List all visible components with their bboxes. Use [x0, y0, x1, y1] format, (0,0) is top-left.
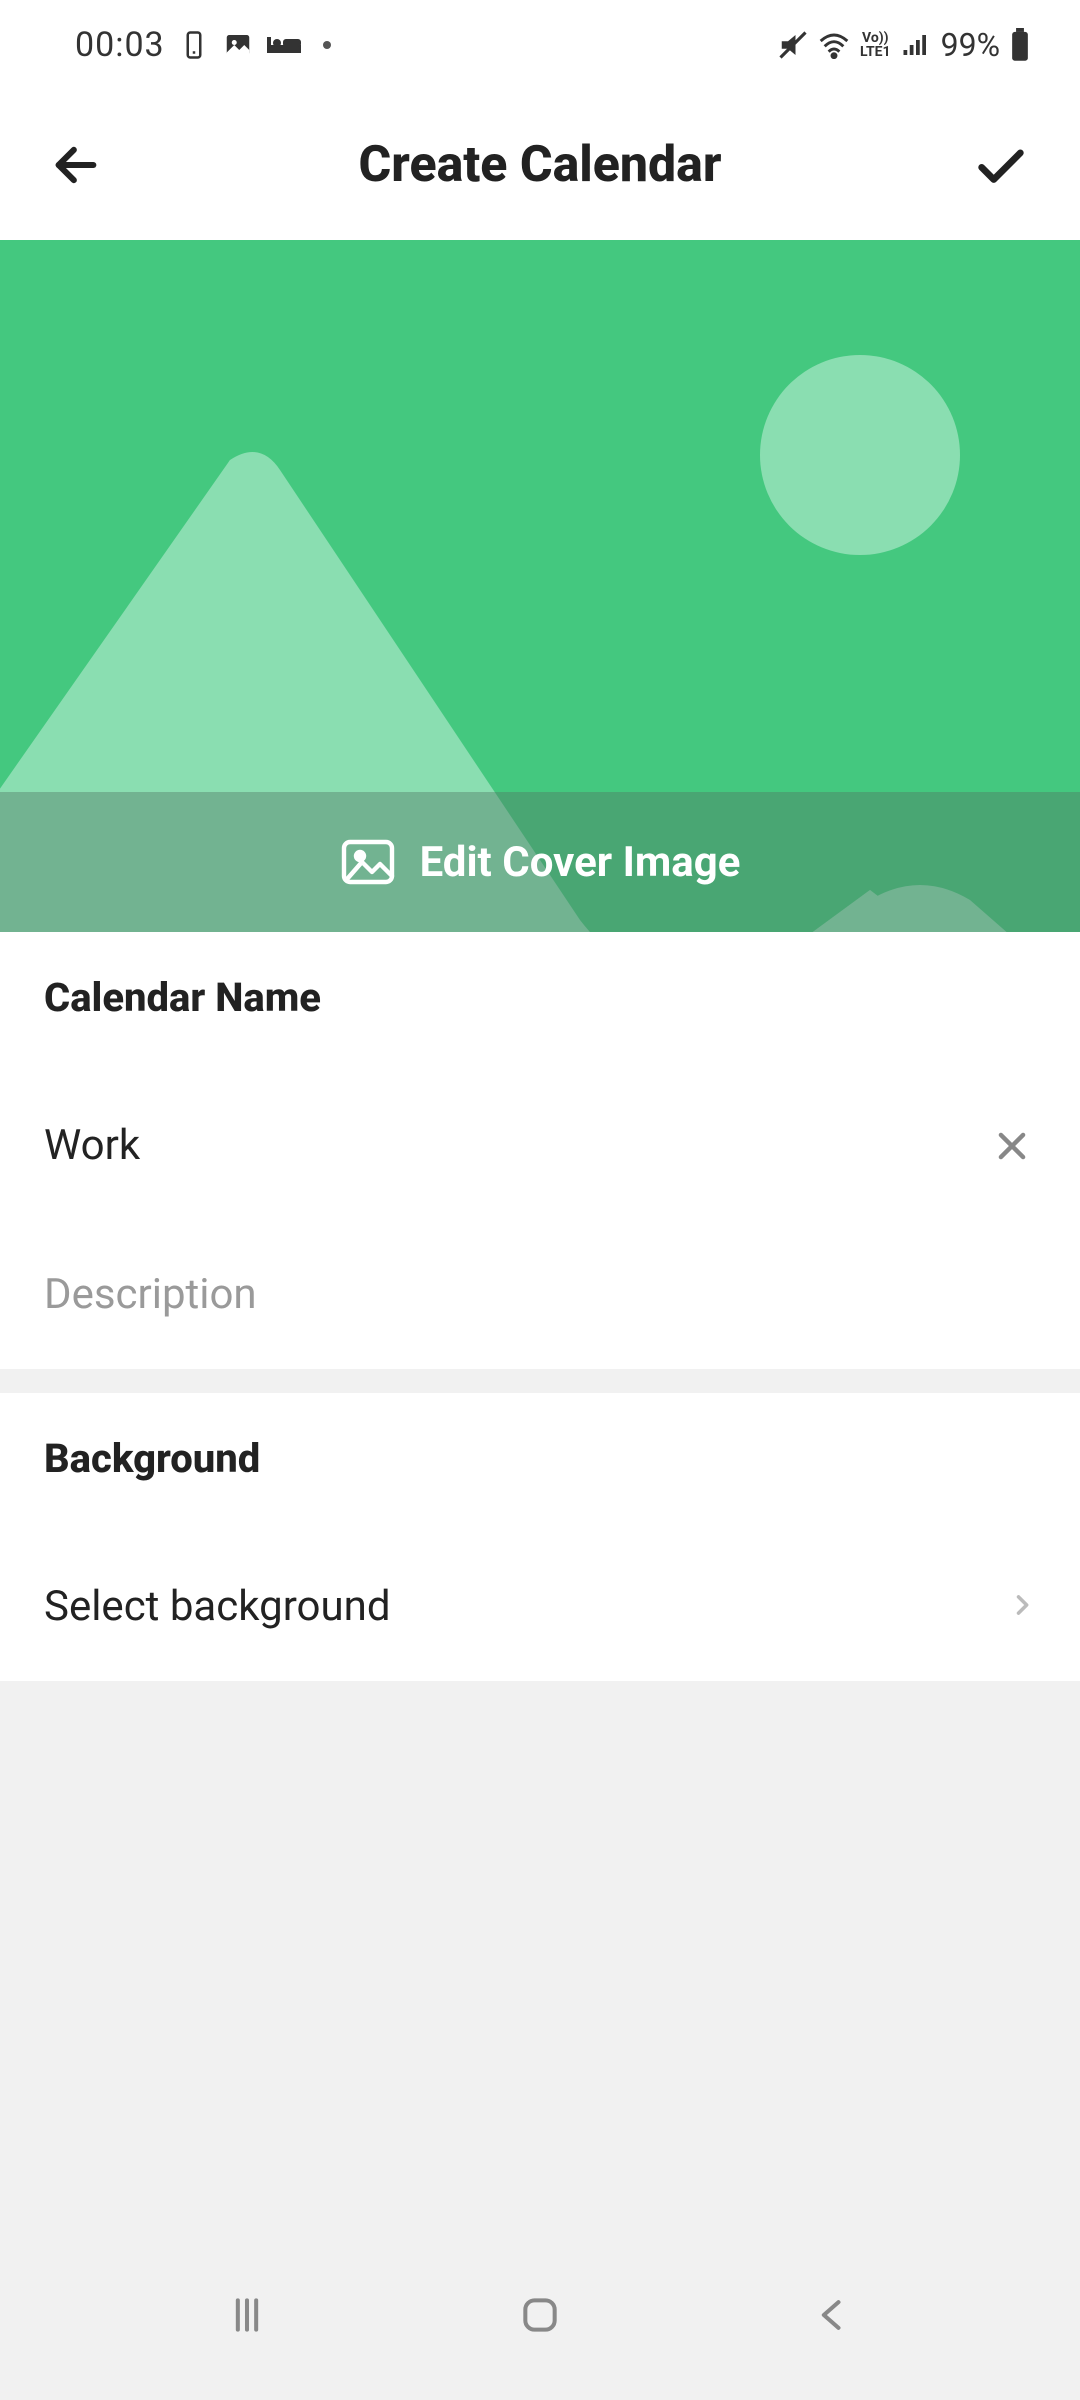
wifi-icon — [818, 31, 850, 59]
arrow-left-icon — [50, 139, 102, 191]
chevron-right-icon — [1008, 1591, 1036, 1623]
image-icon — [340, 838, 396, 886]
mute-icon — [778, 30, 808, 60]
system-nav-bar — [0, 2260, 1080, 2400]
confirm-button[interactable] — [970, 136, 1030, 194]
recents-icon — [225, 2293, 269, 2337]
recents-button[interactable] — [207, 2275, 287, 2355]
background-section: Background Select background — [0, 1393, 1080, 1681]
phone-icon — [179, 30, 209, 60]
battery-percent: 99% — [941, 26, 1000, 64]
back-button[interactable] — [50, 139, 110, 191]
calendar-name-input[interactable] — [44, 1121, 988, 1170]
status-time: 00:03 — [75, 25, 165, 65]
clear-name-button[interactable] — [988, 1122, 1036, 1170]
edit-cover-button[interactable]: Edit Cover Image — [0, 792, 1080, 932]
close-icon — [993, 1127, 1031, 1165]
select-background-row[interactable]: Select background — [44, 1582, 1036, 1631]
status-bar: 00:03 Vo)) LTE1 99% — [0, 0, 1080, 90]
status-left: 00:03 — [75, 25, 331, 65]
image-icon — [223, 30, 253, 60]
app-bar: Create Calendar — [0, 90, 1080, 240]
name-label: Calendar Name — [44, 974, 1036, 1021]
page-title: Create Calendar — [359, 136, 722, 194]
status-right: Vo)) LTE1 99% — [778, 26, 1030, 64]
nav-back-button[interactable] — [793, 2275, 873, 2355]
volte-icon: Vo)) LTE1 — [860, 31, 891, 59]
cover-placeholder-sun — [760, 355, 960, 555]
more-dot-icon — [323, 41, 331, 49]
edit-cover-label: Edit Cover Image — [420, 838, 741, 887]
name-section: Calendar Name — [0, 932, 1080, 1369]
bed-icon — [267, 33, 301, 57]
home-icon — [518, 2293, 562, 2337]
chevron-left-icon — [811, 2293, 855, 2337]
home-button[interactable] — [500, 2275, 580, 2355]
battery-icon — [1010, 28, 1030, 62]
cover-image: Edit Cover Image — [0, 240, 1080, 932]
description-input[interactable] — [44, 1270, 1036, 1319]
check-icon — [972, 136, 1030, 194]
select-background-label: Select background — [44, 1582, 391, 1631]
signal-icon — [901, 32, 931, 58]
background-label: Background — [44, 1435, 1036, 1482]
